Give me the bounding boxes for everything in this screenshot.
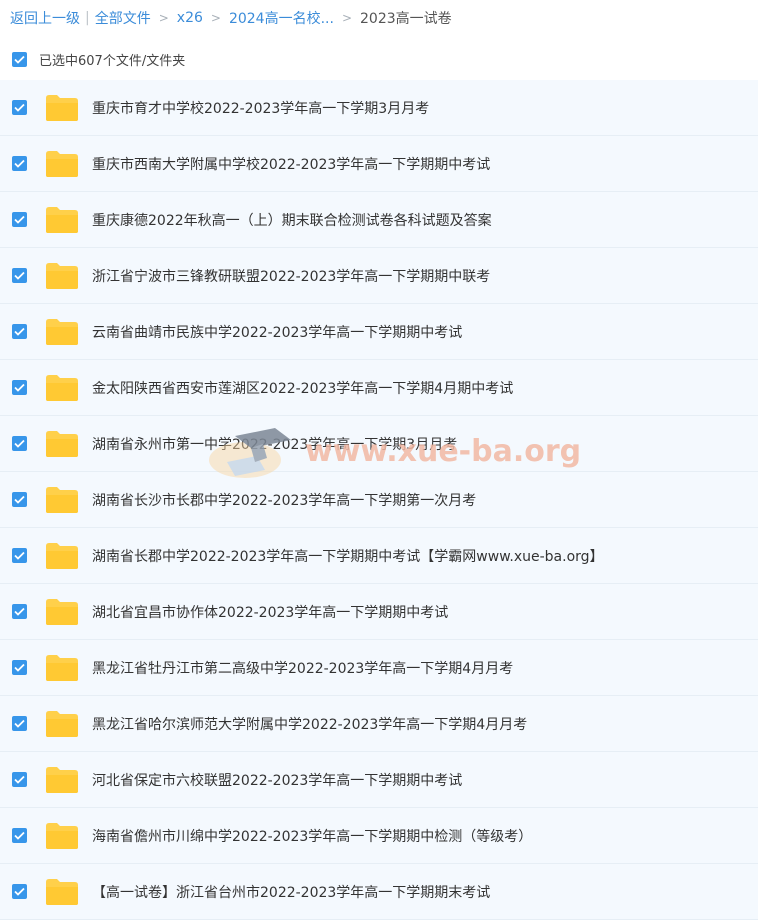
file-list: 重庆市育才中学校2022-2023学年高一下学期3月月考重庆市西南大学附属中学校… xyxy=(0,80,758,920)
breadcrumb-separator: > xyxy=(210,11,221,25)
file-name[interactable]: 海南省儋州市川绵中学2022-2023学年高一下学期期中检测（等级考） xyxy=(92,826,532,846)
folder-icon xyxy=(45,822,79,850)
file-name[interactable]: 湖南省长郡中学2022-2023学年高一下学期期中考试【学霸网www.xue-b… xyxy=(92,546,604,566)
file-name[interactable]: 重庆康德2022年秋高一（上）期末联合检测试卷各科试题及答案 xyxy=(92,210,492,230)
file-name[interactable]: 河北省保定市六校联盟2022-2023学年高一下学期期中考试 xyxy=(92,770,462,790)
folder-icon xyxy=(45,206,79,234)
folder-icon xyxy=(45,654,79,682)
file-row[interactable]: 湖南省永州市第一中学2022-2023学年高一下学期3月月考 xyxy=(0,416,758,472)
file-row[interactable]: 湖南省长沙市长郡中学2022-2023学年高一下学期第一次月考 xyxy=(0,472,758,528)
file-row[interactable]: 重庆康德2022年秋高一（上）期末联合检测试卷各科试题及答案 xyxy=(0,192,758,248)
checkmark-icon xyxy=(14,215,25,224)
folder-icon xyxy=(45,598,79,626)
folder-icon xyxy=(45,710,79,738)
breadcrumb-link-2024[interactable]: 2024高一名校... xyxy=(229,8,334,28)
folder-icon xyxy=(45,486,79,514)
selection-bar: 已选中607个文件/文件夹 xyxy=(0,40,758,78)
row-checkbox[interactable] xyxy=(12,324,27,339)
file-row[interactable]: 湖南省长郡中学2022-2023学年高一下学期期中考试【学霸网www.xue-b… xyxy=(0,528,758,584)
folder-icon xyxy=(45,318,79,346)
checkmark-icon xyxy=(14,831,25,840)
checkmark-icon xyxy=(14,887,25,896)
file-name[interactable]: 黑龙江省哈尔滨师范大学附属中学2022-2023学年高一下学期4月月考 xyxy=(92,714,527,734)
row-checkbox[interactable] xyxy=(12,492,27,507)
checkmark-icon xyxy=(14,663,25,672)
folder-icon xyxy=(45,94,79,122)
back-link[interactable]: 返回上一级 xyxy=(10,8,80,28)
breadcrumb-separator: > xyxy=(158,11,169,25)
checkmark-icon xyxy=(14,271,25,280)
folder-icon xyxy=(45,150,79,178)
file-row[interactable]: 河北省保定市六校联盟2022-2023学年高一下学期期中考试 xyxy=(0,752,758,808)
row-checkbox[interactable] xyxy=(12,716,27,731)
row-checkbox[interactable] xyxy=(12,884,27,899)
file-row[interactable]: 浙江省宁波市三锋教研联盟2022-2023学年高一下学期期中联考 xyxy=(0,248,758,304)
file-name[interactable]: 云南省曲靖市民族中学2022-2023学年高一下学期期中考试 xyxy=(92,322,462,342)
file-row[interactable]: 【高一试卷】浙江省台州市2022-2023学年高一下学期期末考试 xyxy=(0,864,758,920)
file-name[interactable]: 湖南省永州市第一中学2022-2023学年高一下学期3月月考 xyxy=(92,434,457,454)
checkmark-icon xyxy=(14,607,25,616)
file-row[interactable]: 黑龙江省牡丹江市第二高级中学2022-2023学年高一下学期4月月考 xyxy=(0,640,758,696)
row-checkbox[interactable] xyxy=(12,548,27,563)
breadcrumb-current: 2023高一试卷 xyxy=(360,11,452,27)
file-name[interactable]: 重庆市育才中学校2022-2023学年高一下学期3月月考 xyxy=(92,98,429,118)
select-all-checkbox[interactable] xyxy=(12,51,27,67)
file-row[interactable]: 金太阳陕西省西安市莲湖区2022-2023学年高一下学期4月期中考试 xyxy=(0,360,758,416)
row-checkbox[interactable] xyxy=(12,268,27,283)
row-checkbox[interactable] xyxy=(12,380,27,395)
row-checkbox[interactable] xyxy=(12,772,27,787)
file-name[interactable]: 湖南省长沙市长郡中学2022-2023学年高一下学期第一次月考 xyxy=(92,490,476,510)
file-row[interactable]: 重庆市西南大学附属中学校2022-2023学年高一下学期期中考试 xyxy=(0,136,758,192)
file-row[interactable]: 重庆市育才中学校2022-2023学年高一下学期3月月考 xyxy=(0,80,758,136)
file-name[interactable]: 重庆市西南大学附属中学校2022-2023学年高一下学期期中考试 xyxy=(92,154,490,174)
row-checkbox[interactable] xyxy=(12,212,27,227)
folder-icon xyxy=(45,542,79,570)
row-checkbox[interactable] xyxy=(12,156,27,171)
file-name[interactable]: 金太阳陕西省西安市莲湖区2022-2023学年高一下学期4月期中考试 xyxy=(92,378,513,398)
file-name[interactable]: 湖北省宜昌市协作体2022-2023学年高一下学期期中考试 xyxy=(92,602,448,622)
checkmark-icon xyxy=(14,383,25,392)
checkmark-icon xyxy=(14,551,25,560)
breadcrumb-separator: > xyxy=(341,11,352,25)
all-files-link[interactable]: 全部文件 xyxy=(95,8,151,28)
folder-icon xyxy=(45,766,79,794)
breadcrumb-divider: | xyxy=(85,10,90,26)
file-row[interactable]: 湖北省宜昌市协作体2022-2023学年高一下学期期中考试 xyxy=(0,584,758,640)
folder-icon xyxy=(45,430,79,458)
row-checkbox[interactable] xyxy=(12,436,27,451)
checkmark-icon xyxy=(14,327,25,336)
file-row[interactable]: 黑龙江省哈尔滨师范大学附属中学2022-2023学年高一下学期4月月考 xyxy=(0,696,758,752)
row-checkbox[interactable] xyxy=(12,100,27,115)
selection-count: 已选中607个文件/文件夹 xyxy=(39,53,186,69)
row-checkbox[interactable] xyxy=(12,604,27,619)
checkmark-icon xyxy=(14,719,25,728)
folder-icon xyxy=(45,374,79,402)
file-row[interactable]: 云南省曲靖市民族中学2022-2023学年高一下学期期中考试 xyxy=(0,304,758,360)
checkmark-icon xyxy=(14,103,25,112)
checkmark-icon xyxy=(14,159,25,168)
file-row[interactable]: 海南省儋州市川绵中学2022-2023学年高一下学期期中检测（等级考） xyxy=(0,808,758,864)
file-name[interactable]: 黑龙江省牡丹江市第二高级中学2022-2023学年高一下学期4月月考 xyxy=(92,658,513,678)
checkmark-icon xyxy=(14,55,25,64)
checkmark-icon xyxy=(14,439,25,448)
file-name[interactable]: 浙江省宁波市三锋教研联盟2022-2023学年高一下学期期中联考 xyxy=(92,266,490,286)
file-name[interactable]: 【高一试卷】浙江省台州市2022-2023学年高一下学期期末考试 xyxy=(92,882,490,902)
checkmark-icon xyxy=(14,775,25,784)
checkmark-icon xyxy=(14,495,25,504)
row-checkbox[interactable] xyxy=(12,828,27,843)
breadcrumb: 返回上一级 | 全部文件 > x26 > 2024高一名校... > 2023高… xyxy=(10,0,452,36)
row-checkbox[interactable] xyxy=(12,660,27,675)
folder-icon xyxy=(45,878,79,906)
folder-icon xyxy=(45,262,79,290)
breadcrumb-link-x26[interactable]: x26 xyxy=(177,10,203,26)
